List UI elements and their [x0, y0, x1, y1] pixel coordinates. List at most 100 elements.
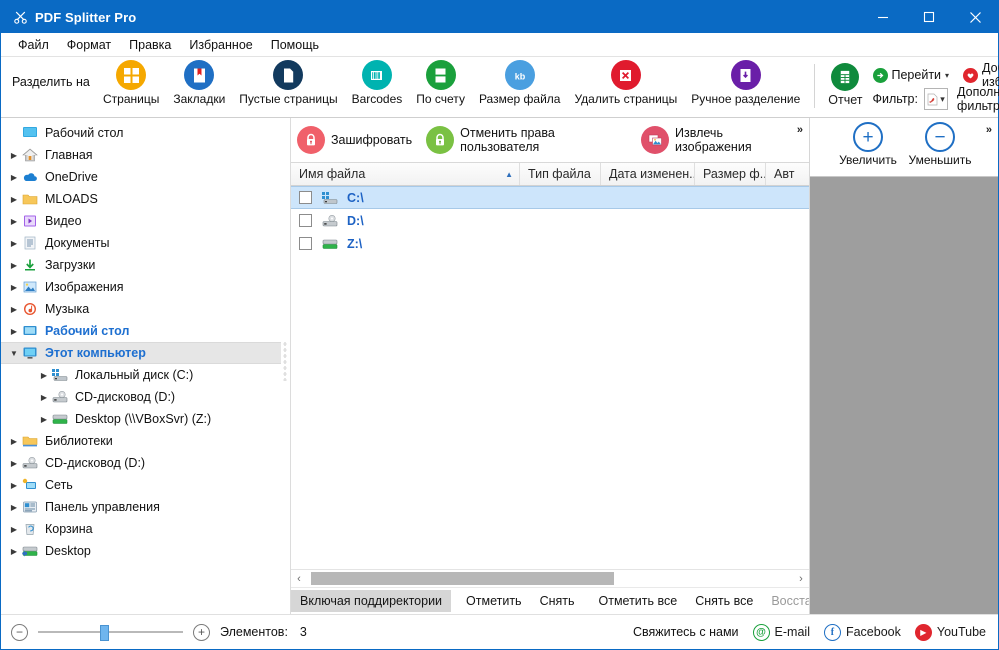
column-header-filename[interactable]: Имя файла ▲	[291, 163, 520, 185]
expander-arrow[interactable]: ▶	[7, 173, 21, 182]
column-header-author[interactable]: Авт	[766, 163, 809, 185]
column-header-filetype[interactable]: Тип файла	[520, 163, 601, 185]
tool-split-bookmarks[interactable]: Закладки	[166, 60, 232, 106]
tool-manual-split[interactable]: Ручное разделение	[684, 60, 807, 106]
row-checkbox[interactable]	[299, 191, 312, 204]
uncheck-button[interactable]: Снять	[531, 590, 584, 612]
expander-arrow[interactable]: ▶	[7, 459, 21, 468]
preview-overflow-icon[interactable]: »	[986, 124, 992, 136]
tree-node-onedrive[interactable]: ▶ OneDrive	[1, 166, 281, 188]
expander-arrow[interactable]: ▶	[7, 503, 21, 512]
youtube-link[interactable]: ▶ YouTube	[914, 623, 986, 641]
tree-node-documents[interactable]: ▶ Документы	[1, 232, 281, 254]
expander-arrow[interactable]: ▶	[7, 525, 21, 534]
tree-node-videos[interactable]: ▶ Видео	[1, 210, 281, 232]
tree-node-desktop-shortcut[interactable]: ▶ Desktop	[1, 540, 281, 562]
expander-arrow[interactable]: ▶	[7, 327, 21, 336]
tree-node-pictures[interactable]: ▶ Изображения	[1, 276, 281, 298]
zoom-in-button[interactable]: + Увеличить	[832, 122, 904, 167]
file-actions-toolbar: Зашифровать Отменить права пользователя …	[291, 118, 809, 163]
scroll-thumb[interactable]	[311, 572, 614, 585]
email-link[interactable]: @ E-mail	[752, 623, 810, 641]
expander-arrow[interactable]: ▶	[7, 547, 21, 556]
zoom-slider[interactable]	[38, 624, 183, 641]
menu-item-file[interactable]: Файл	[9, 35, 58, 55]
advanced-filter-label[interactable]: Дополнительный фильтр	[957, 85, 999, 113]
tree-node-desktop-root[interactable]: Рабочий стол	[1, 122, 281, 144]
encrypt-button[interactable]: Зашифровать	[297, 126, 412, 154]
facebook-link[interactable]: f Facebook	[823, 623, 901, 641]
scroll-track[interactable]	[307, 572, 793, 585]
scroll-right-icon[interactable]: ›	[793, 573, 809, 585]
tree-node-desktop-folder[interactable]: ▶ Рабочий стол	[1, 320, 281, 342]
tree-node-control-panel[interactable]: ▶ Панель управления	[1, 496, 281, 518]
tree-node-network[interactable]: ▶ Сеть	[1, 474, 281, 496]
expander-arrow[interactable]: ▶	[37, 415, 51, 424]
expander-arrow[interactable]: ▶	[7, 239, 21, 248]
expander-arrow[interactable]: ▶	[37, 371, 51, 380]
minimize-button[interactable]	[860, 1, 906, 33]
tree-node-desktop-z[interactable]: ▶ Desktop (\\VBoxSvr) (Z:)	[1, 408, 281, 430]
table-row[interactable]: C:\	[291, 186, 809, 209]
menu-item-format[interactable]: Формат	[58, 35, 120, 55]
uncheck-all-button[interactable]: Снять все	[686, 590, 762, 612]
filter-combo[interactable]: ▾	[923, 88, 949, 110]
delete-pages-icon	[610, 60, 641, 90]
tree-node-cd-drive-d[interactable]: ▶ CD-дисковод (D:)	[1, 386, 281, 408]
restore-button[interactable]: Восстанов	[762, 590, 809, 612]
expander-arrow[interactable]: ▶	[7, 261, 21, 270]
tool-split-by-count[interactable]: По счету	[409, 60, 472, 106]
tool-split-pages[interactable]: Страницы	[96, 60, 166, 106]
check-all-button[interactable]: Отметить все	[590, 590, 687, 612]
expander-arrow[interactable]: ▶	[7, 151, 21, 160]
expander-arrow[interactable]: ▶	[7, 283, 21, 292]
expander-arrow[interactable]: ▶	[7, 305, 21, 314]
expander-arrow[interactable]: ▶	[7, 217, 21, 226]
zoom-out-button[interactable]: − Уменьшить	[904, 122, 976, 167]
expander-arrow[interactable]: ▶	[37, 393, 51, 402]
menu-item-help[interactable]: Помощь	[262, 35, 328, 55]
expander-arrow[interactable]: ▼	[7, 349, 21, 358]
toolbar-overflow-icon[interactable]: »	[797, 124, 803, 136]
expander-arrow[interactable]: ▶	[7, 481, 21, 490]
slider-thumb[interactable]	[100, 624, 109, 641]
tree-node-downloads[interactable]: ▶ Загрузки	[1, 254, 281, 276]
tree-node-cd-drive-d2[interactable]: ▶ CD-дисковод (D:)	[1, 452, 281, 474]
column-header-modified[interactable]: Дата изменен...	[601, 163, 695, 185]
column-header-filesize[interactable]: Размер ф...	[695, 163, 766, 185]
tree-node-music[interactable]: ▶ Музыка	[1, 298, 281, 320]
maximize-button[interactable]	[906, 1, 952, 33]
tree-node-recycle-bin[interactable]: ▶ Корзина	[1, 518, 281, 540]
horizontal-scrollbar[interactable]: ‹ ›	[291, 569, 809, 587]
pane-splitter[interactable]	[281, 118, 291, 614]
status-zoom-in-button[interactable]: +	[193, 623, 210, 641]
tool-report[interactable]: Отчет	[822, 60, 868, 107]
expander-arrow[interactable]: ▶	[7, 437, 21, 446]
status-zoom-out-button[interactable]: −	[11, 623, 28, 641]
table-row[interactable]: D:\	[291, 209, 809, 232]
check-button[interactable]: Отметить	[457, 590, 531, 612]
include-subdirectories-button[interactable]: Включая поддиректории	[291, 590, 452, 612]
table-row[interactable]: Z:\	[291, 232, 809, 255]
menu-item-favorites[interactable]: Избранное	[180, 35, 261, 55]
menu-item-edit[interactable]: Правка	[120, 35, 180, 55]
tool-delete-pages[interactable]: Удалить страницы	[567, 60, 684, 106]
tree-node-home[interactable]: ▶ Главная	[1, 144, 281, 166]
tree-node-local-disk-c[interactable]: ▶ Локальный диск (C:)	[1, 364, 281, 386]
tree-node-libraries[interactable]: ▶ Библиотеки	[1, 430, 281, 452]
chevron-down-icon: ▾	[945, 70, 950, 80]
tree-node-this-pc[interactable]: ▼ Этот компьютер	[1, 342, 281, 364]
goto-button[interactable]: Перейти ▾	[872, 67, 950, 83]
expander-arrow[interactable]: ▶	[7, 195, 21, 204]
splitter-grip[interactable]	[283, 341, 287, 381]
close-button[interactable]	[952, 1, 998, 33]
row-checkbox[interactable]	[299, 214, 312, 227]
row-checkbox[interactable]	[299, 237, 312, 250]
tree-node-mloads[interactable]: ▶ MLOADS	[1, 188, 281, 210]
extract-images-button[interactable]: Извлечь изображения	[641, 126, 795, 154]
tool-split-barcodes[interactable]: Barcodes	[345, 60, 410, 106]
tool-split-blank-pages[interactable]: Пустые страницы	[232, 60, 344, 106]
scroll-left-icon[interactable]: ‹	[291, 573, 307, 585]
tool-split-file-size[interactable]: kb Размер файла	[472, 60, 568, 106]
remove-user-rights-button[interactable]: Отменить права пользователя	[426, 126, 627, 154]
